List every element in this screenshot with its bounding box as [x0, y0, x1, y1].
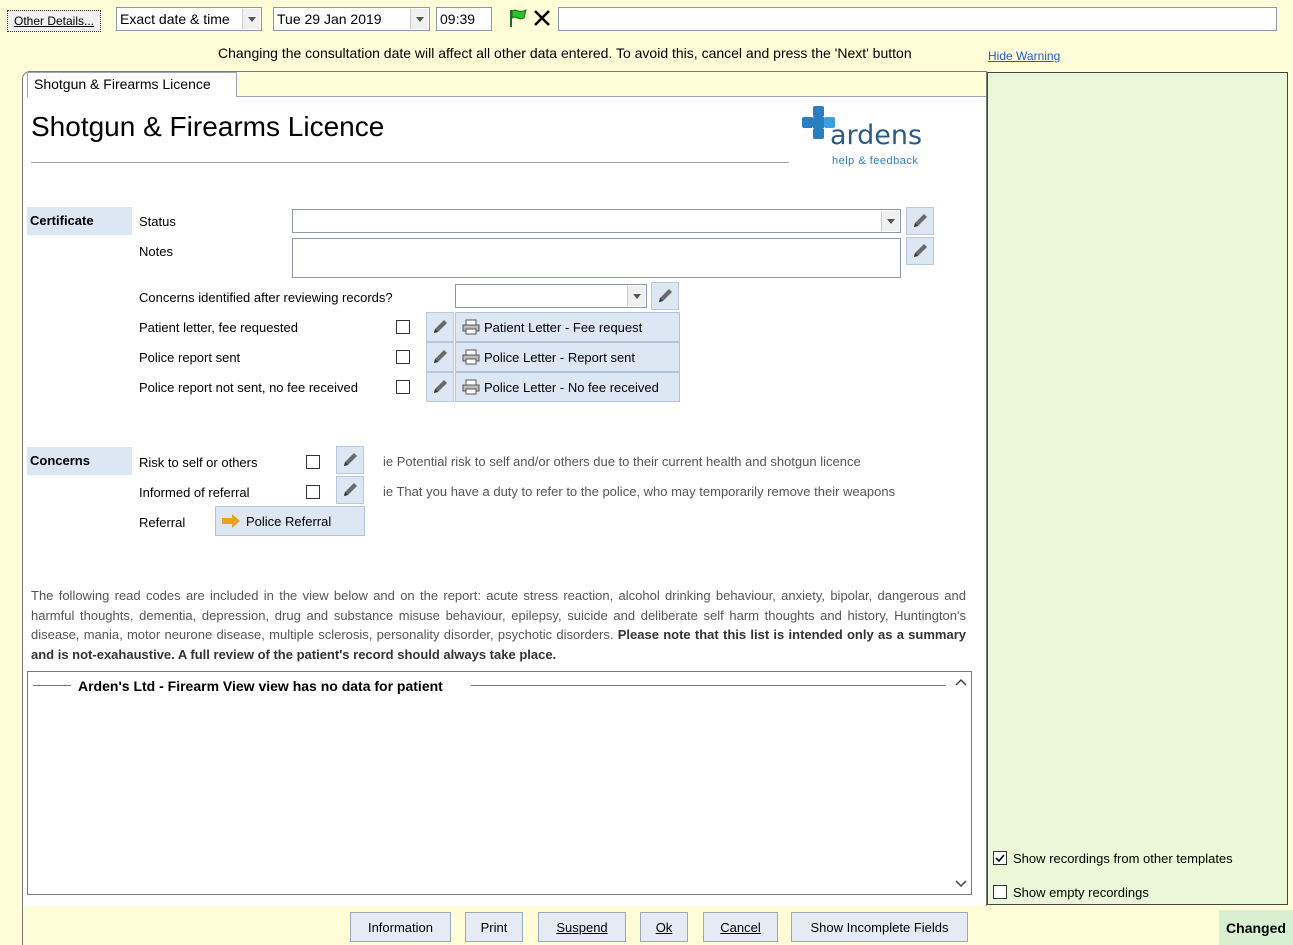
- patient-letter-checkbox[interactable]: [396, 320, 410, 334]
- close-icon[interactable]: [532, 8, 552, 28]
- concerns-pencil-button[interactable]: [651, 282, 679, 310]
- date-value: Tue 29 Jan 2019: [277, 11, 382, 27]
- view-rule-left: [33, 685, 71, 686]
- free-text-input[interactable]: [558, 7, 1277, 31]
- other-details-button[interactable]: Other Details...: [7, 10, 101, 32]
- time-value: 09:39: [440, 11, 476, 27]
- ok-button[interactable]: Ok: [640, 912, 688, 942]
- risk-hint: ie Potential risk to self and/or others …: [383, 454, 861, 469]
- view-title: Arden's Ltd - Firearm View view has no d…: [78, 678, 443, 694]
- form-title: Shotgun & Firearms Licence: [31, 111, 385, 142]
- date-select[interactable]: Tue 29 Jan 2019: [273, 7, 430, 31]
- show-empty-label[interactable]: Show empty recordings: [1013, 885, 1149, 900]
- checkmark-icon: [995, 854, 1005, 863]
- changed-status-badge: Changed: [1219, 910, 1293, 945]
- pencil-icon: [344, 453, 357, 466]
- view-scrollbar[interactable]: [951, 672, 971, 894]
- pencil-icon: [344, 483, 357, 496]
- concerns-select[interactable]: [455, 284, 647, 308]
- patient-letter-label: Patient letter, fee requested: [139, 320, 298, 335]
- suspend-button[interactable]: Suspend: [538, 912, 626, 942]
- status-select[interactable]: [292, 209, 901, 233]
- police-letter-report-sent-button[interactable]: Police Letter - Report sent: [455, 342, 680, 372]
- chevron-down-icon[interactable]: [627, 286, 645, 306]
- police-report-sent-pencil-button[interactable]: [426, 342, 454, 372]
- print-button[interactable]: Print: [465, 912, 523, 942]
- status-label: Status: [139, 214, 176, 229]
- notes-pencil-button[interactable]: [906, 237, 934, 265]
- pencil-icon: [914, 214, 927, 227]
- risk-checkbox[interactable]: [306, 455, 320, 469]
- informed-hint: ie That you have a duty to refer to the …: [383, 484, 896, 499]
- information-button[interactable]: Information: [350, 912, 451, 942]
- pencil-icon: [434, 320, 447, 333]
- date-mode-value: Exact date & time: [120, 11, 230, 27]
- police-referral-label: Police Referral: [246, 513, 332, 529]
- logo-subtext: help & feedback: [832, 155, 919, 167]
- printer-icon: [462, 349, 480, 365]
- chevron-down-icon[interactable]: [410, 9, 428, 29]
- tab-label: Shotgun & Firearms Licence: [34, 76, 211, 92]
- status-pencil-button[interactable]: [906, 207, 934, 235]
- tab-strip: [237, 72, 986, 97]
- police-report-sent-label: Police report sent: [139, 350, 241, 365]
- show-other-templates-checkbox[interactable]: [993, 851, 1007, 865]
- police-report-not-sent-pencil-button[interactable]: [426, 372, 454, 402]
- risk-label: Risk to self or others: [139, 455, 258, 470]
- police-referral-button[interactable]: Police Referral: [215, 506, 365, 536]
- flag-icon[interactable]: [507, 7, 529, 29]
- arrow-right-icon: [222, 514, 240, 528]
- chevron-down-icon[interactable]: [242, 9, 260, 29]
- pencil-icon: [434, 350, 447, 363]
- chevron-down-icon[interactable]: [881, 211, 899, 231]
- pencil-icon: [434, 380, 447, 393]
- notes-textarea[interactable]: [292, 238, 901, 278]
- printer-icon: [462, 319, 480, 335]
- police-letter-report-sent-label: Police Letter - Report sent: [484, 349, 636, 365]
- pencil-icon: [914, 244, 927, 257]
- show-incomplete-fields-button[interactable]: Show Incomplete Fields: [791, 912, 968, 942]
- read-codes-info: The following read codes are included in…: [31, 586, 966, 664]
- informed-pencil-button[interactable]: [336, 476, 364, 504]
- police-report-sent-checkbox[interactable]: [396, 350, 410, 364]
- patient-letter-fee-request-label: Patient Letter - Fee request: [484, 319, 643, 335]
- recordings-panel: [987, 72, 1288, 905]
- pencil-icon: [659, 289, 672, 302]
- show-other-templates-label[interactable]: Show recordings from other templates: [1013, 851, 1233, 866]
- chevron-down-icon[interactable]: [955, 880, 967, 888]
- informed-label: Informed of referral: [139, 485, 250, 500]
- police-report-not-sent-label: Police report not sent, no fee received: [139, 380, 358, 395]
- notes-label: Notes: [139, 244, 173, 259]
- chevron-up-icon[interactable]: [955, 678, 967, 686]
- police-letter-no-fee-button[interactable]: Police Letter - No fee received: [455, 372, 680, 402]
- view-rule-right: [471, 685, 946, 686]
- title-divider: [31, 162, 789, 163]
- cancel-button[interactable]: Cancel: [703, 912, 778, 942]
- concerns-section-label: Concerns: [27, 447, 132, 475]
- hide-warning-link[interactable]: Hide Warning: [988, 49, 1060, 63]
- changed-status-text: Changed: [1226, 919, 1286, 936]
- show-empty-checkbox[interactable]: [993, 885, 1007, 899]
- patient-letter-fee-request-button[interactable]: Patient Letter - Fee request: [455, 312, 680, 342]
- patient-letter-pencil-button[interactable]: [426, 312, 454, 342]
- warning-text: Changing the consultation date will affe…: [218, 45, 912, 61]
- informed-checkbox[interactable]: [306, 485, 320, 499]
- certificate-section-label: Certificate: [27, 207, 132, 235]
- ardens-logo[interactable]: ardens help & feedback: [800, 104, 932, 170]
- tab-shotgun-firearms[interactable]: Shotgun & Firearms Licence: [27, 72, 237, 97]
- printer-icon: [462, 379, 480, 395]
- time-input[interactable]: 09:39: [436, 7, 492, 31]
- referral-label: Referral: [139, 515, 186, 530]
- firearm-view-panel: Arden's Ltd - Firearm View view has no d…: [27, 671, 972, 895]
- date-mode-select[interactable]: Exact date & time: [116, 7, 262, 31]
- logo-text: ardens: [830, 120, 923, 151]
- concerns-question-label: Concerns identified after reviewing reco…: [139, 290, 393, 305]
- risk-pencil-button[interactable]: [336, 446, 364, 474]
- police-report-not-sent-checkbox[interactable]: [396, 380, 410, 394]
- police-letter-no-fee-label: Police Letter - No fee received: [484, 379, 659, 395]
